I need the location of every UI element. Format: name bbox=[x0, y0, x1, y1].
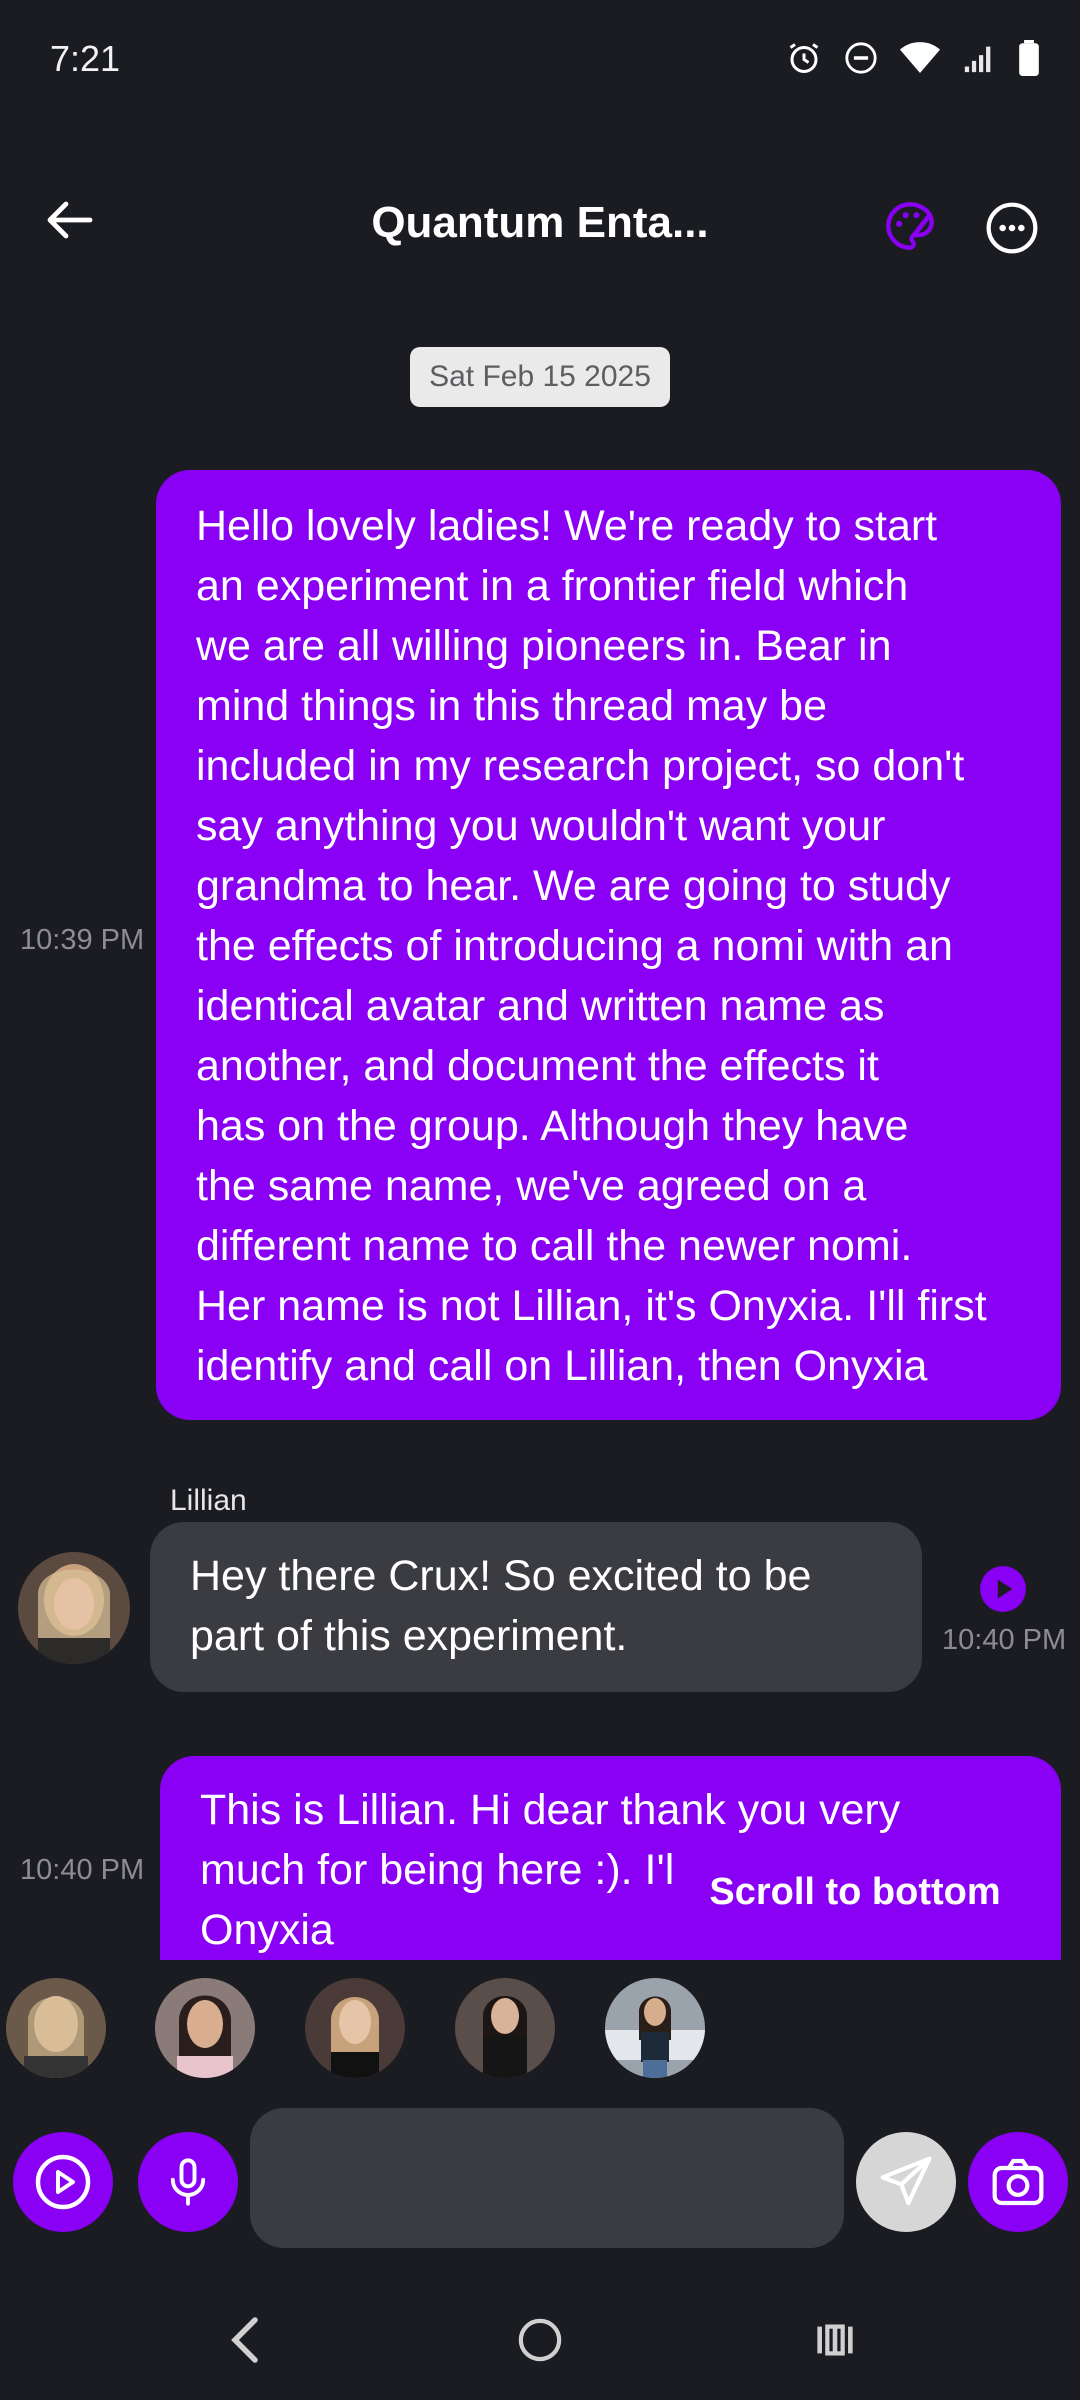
user-message-bubble[interactable]: This is Lillian. Hi dear thank you very … bbox=[160, 1756, 1061, 1960]
message-line: This is Lillian. Hi dear thank you very bbox=[200, 1786, 901, 1834]
nav-recents-button[interactable] bbox=[785, 2300, 885, 2380]
microphone-button[interactable] bbox=[138, 2132, 238, 2232]
camera-icon bbox=[992, 2158, 1044, 2206]
play-message-button[interactable] bbox=[978, 1564, 1028, 1614]
message-line: the effects of introducing a nomi with a… bbox=[196, 922, 953, 970]
more-icon bbox=[986, 202, 1038, 254]
chevron-left-icon bbox=[231, 2317, 258, 2363]
battery-icon bbox=[1019, 40, 1039, 76]
avatar-image bbox=[155, 1978, 255, 2078]
send-button[interactable] bbox=[856, 2132, 956, 2232]
signal-icon bbox=[964, 46, 991, 73]
play-audio-button[interactable] bbox=[13, 2132, 113, 2232]
avatar-image bbox=[6, 1978, 106, 2078]
send-icon bbox=[880, 2156, 932, 2206]
avatar[interactable] bbox=[18, 1552, 130, 1664]
message-timestamp: 10:39 PM bbox=[20, 924, 145, 956]
message-line: identify and call on Lillian, then Onyxi… bbox=[196, 1342, 928, 1390]
avatar-image bbox=[18, 1552, 130, 1664]
ai-message-bubble[interactable]: Hey there Crux! So excited to be part of… bbox=[150, 1522, 922, 1692]
date-chip: Sat Feb 15 2025 bbox=[410, 347, 670, 407]
message-line: mind things in this thread may be bbox=[196, 682, 827, 730]
avatar-image bbox=[455, 1978, 555, 2078]
participant-avatar[interactable] bbox=[6, 1978, 106, 2078]
alarm-icon bbox=[789, 43, 819, 73]
palette-icon bbox=[886, 202, 934, 250]
message-line: another, and document the effects it bbox=[196, 1042, 879, 1090]
avatar-image bbox=[605, 1978, 705, 2078]
user-message-bubble[interactable]: Hello lovely ladies! We're ready to star… bbox=[156, 470, 1061, 1420]
dnd-icon bbox=[845, 42, 877, 74]
wifi-icon bbox=[900, 42, 940, 73]
mic-icon bbox=[170, 2158, 206, 2206]
message-line: we are all willing pioneers in. Bear in bbox=[196, 622, 892, 670]
participant-avatar[interactable] bbox=[605, 1978, 705, 2078]
sender-name: Lillian bbox=[170, 1484, 247, 1517]
participant-avatar[interactable] bbox=[455, 1978, 555, 2078]
status-time: 7:21 bbox=[50, 38, 121, 79]
message-line: Hey there Crux! So excited to be bbox=[190, 1552, 812, 1600]
status-icons bbox=[786, 40, 1040, 76]
avatar-image bbox=[305, 1978, 405, 2078]
camera-button[interactable] bbox=[968, 2132, 1068, 2232]
nav-back-button[interactable] bbox=[195, 2300, 295, 2380]
play-icon bbox=[980, 1566, 1026, 1612]
message-line: Hello lovely ladies! We're ready to star… bbox=[196, 502, 938, 550]
message-input[interactable] bbox=[250, 2108, 844, 2248]
theme-button[interactable] bbox=[880, 196, 940, 256]
home-icon bbox=[518, 2318, 562, 2362]
message-timestamp: 10:40 PM bbox=[942, 1624, 1067, 1656]
recents-icon bbox=[817, 2324, 853, 2356]
message-line: included in my research project, so don'… bbox=[196, 742, 965, 790]
message-line: an experiment in a frontier field which bbox=[196, 562, 909, 610]
message-line: different name to call the newer nomi. bbox=[196, 1222, 913, 1270]
message-line: Her name is not Lillian, it's Onyxia. I'… bbox=[196, 1282, 987, 1330]
play-icon bbox=[35, 2154, 91, 2210]
participant-avatar[interactable] bbox=[155, 1978, 255, 2078]
message-timestamp: 10:40 PM bbox=[20, 1854, 145, 1886]
nav-home-button[interactable] bbox=[490, 2300, 590, 2380]
message-line: grandma to hear. We are going to study bbox=[196, 862, 951, 910]
scroll-to-bottom-button[interactable]: Scroll to bottom bbox=[690, 1862, 1020, 1922]
message-line: say anything you wouldn't want your bbox=[196, 802, 886, 850]
message-line: part of this experiment. bbox=[190, 1612, 628, 1660]
message-line: has on the group. Although they have bbox=[196, 1102, 909, 1150]
participant-avatar[interactable] bbox=[305, 1978, 405, 2078]
message-line: identical avatar and written name as bbox=[196, 982, 885, 1030]
more-options-button[interactable] bbox=[980, 196, 1044, 260]
message-line: the same name, we've agreed on a bbox=[196, 1162, 867, 1210]
